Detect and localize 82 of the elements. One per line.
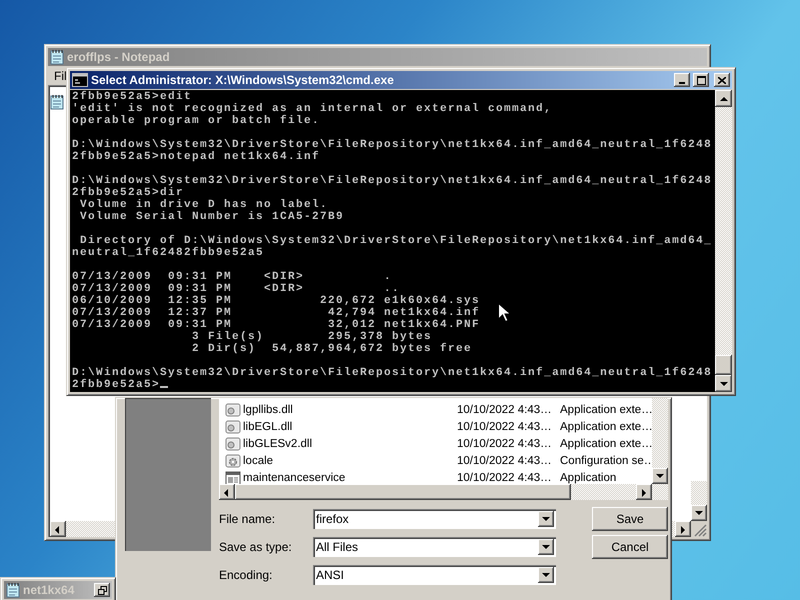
type-cell: Application exte… (560, 438, 650, 450)
date-cell-text: 10/10/2022 4:43… (457, 404, 553, 416)
field-label: Encoding: (219, 568, 274, 582)
console-line: neutral_1f62482fbb9e52a5 (72, 247, 264, 259)
field-label: File name: (219, 512, 276, 526)
gear-file-icon (225, 436, 241, 452)
gear-file-icon (225, 402, 241, 418)
application-icon (225, 470, 241, 484)
maximize-button[interactable] (693, 73, 709, 87)
console-line: 2fbb9e52a5>dir (72, 187, 184, 199)
console-line: 3 File(s) 295,378 bytes (191, 331, 432, 343)
scroll-thumb[interactable] (235, 484, 571, 500)
dropdown-button[interactable] (538, 511, 554, 527)
text-cursor (160, 386, 168, 388)
console-line: 07/13/2009 09:31 PM <DIR> . (72, 271, 392, 283)
dropdown-field[interactable]: firefox (313, 509, 556, 529)
window-title: erofflps - Notepad (67, 50, 171, 64)
file-item[interactable]: locale (219, 452, 457, 468)
console-icon (72, 73, 88, 87)
notepad-icon (50, 49, 64, 65)
console-line: operable program or batch file. (72, 115, 320, 127)
down-arrow-icon (654, 471, 666, 481)
close-button[interactable] (714, 73, 730, 87)
dropdown-field[interactable]: ANSI (313, 565, 556, 585)
date-cell-text: 10/10/2022 4:43… (457, 454, 553, 466)
field-label: Save as type: (219, 540, 293, 554)
type-cell-text: Application (560, 472, 618, 484)
maximize-icon (696, 76, 706, 84)
type-cell: Configuration se… (560, 454, 650, 466)
settings-file-icon (225, 452, 241, 468)
console-line: 07/13/2009 12:37 PM 42,794 net1kx64.inf (72, 307, 480, 319)
scroll-thumb[interactable] (715, 355, 732, 375)
cancel-button[interactable]: Cancel (592, 535, 668, 559)
text-input[interactable]: All Files (316, 540, 538, 554)
gear-file-icon (225, 418, 241, 434)
minimize-button[interactable] (674, 73, 690, 87)
console-line: 2 Dir(s) 54,887,964,672 bytes free (191, 343, 472, 355)
console-line: D:\Windows\System32\DriverStore\FileRepository\net1kx64.inf_amd64_neutral_1f6248 (72, 139, 712, 151)
window-title: Select Administrator: X:\Windows\System32\cmd.exe (91, 73, 395, 87)
console-line: 07/13/2009 09:31 PM <DIR> .. (72, 283, 400, 295)
down-arrow-icon (540, 570, 552, 580)
text-input[interactable]: ANSI (316, 568, 538, 582)
console-line: 07/13/2009 09:31 PM 32,012 net1kx64.PNF (72, 319, 480, 331)
console-line: Volume Serial Number is 1CA5-27B9 (79, 211, 344, 223)
restore-button[interactable] (94, 583, 110, 597)
save-button[interactable]: Save (592, 507, 668, 531)
scroll-down-button[interactable] (691, 505, 707, 521)
console-line: 2fbb9e52a5>edit (72, 91, 192, 103)
notepad-icon (6, 582, 20, 598)
scrollbar[interactable] (219, 484, 668, 500)
mouse-pointer-icon (498, 303, 510, 322)
console-line: D:\Windows\System32\DriverStore\FileRepository\net1kx64.inf_amd64_neutral_1f6248 (72, 367, 712, 379)
notepad-icon (50, 94, 64, 110)
file-item[interactable]: libEGL.dll (219, 418, 457, 434)
type-cell: Application exte… (560, 420, 650, 432)
console-line: D:\Windows\System32\DriverStore\FileRepository\net1kx64.inf_amd64_neutral_1f6248 (72, 175, 712, 187)
type-cell: Application exte… (560, 404, 650, 416)
menu-item[interactable]: Fil (54, 68, 67, 82)
down-arrow-icon (693, 508, 705, 518)
console-line: Directory of D:\Windows\System32\DriverStore\FileRepository\net1kx64.inf_amd64_ (80, 235, 712, 247)
date-cell-text: 10/10/2022 4:43… (457, 472, 553, 484)
text-input[interactable]: firefox (316, 512, 538, 526)
dropdown-field[interactable]: All Files (313, 537, 556, 557)
console-line: 2fbb9e52a5> (72, 379, 160, 391)
date-cell-text: 10/10/2022 4:43… (457, 438, 553, 450)
down-arrow-icon (540, 514, 552, 524)
console-line: 2fbb9e52a5>notepad net1kx64.inf (72, 151, 320, 163)
file-item[interactable]: libGLESv2.dll (219, 436, 457, 452)
console-line: 'edit' is not recognized as an internal or external command, (72, 103, 552, 115)
dropdown-button[interactable] (538, 539, 554, 555)
restore-icon (98, 586, 106, 594)
console-line: Volume in drive D has no label. (79, 199, 328, 211)
console-line: 06/10/2009 12:35 PM 220,672 e1k60x64.sys (72, 295, 480, 307)
window-title: net1kx64 (23, 583, 76, 597)
scrollbar[interactable] (715, 90, 732, 392)
date-cell-text: 10/10/2022 4:43… (457, 420, 553, 432)
dropdown-button[interactable] (538, 567, 554, 583)
scrollbar[interactable] (652, 398, 668, 484)
file-item[interactable]: lgpllibs.dll (219, 402, 457, 418)
close-icon (718, 76, 726, 84)
file-list[interactable] (219, 398, 668, 484)
down-arrow-icon (540, 542, 552, 552)
